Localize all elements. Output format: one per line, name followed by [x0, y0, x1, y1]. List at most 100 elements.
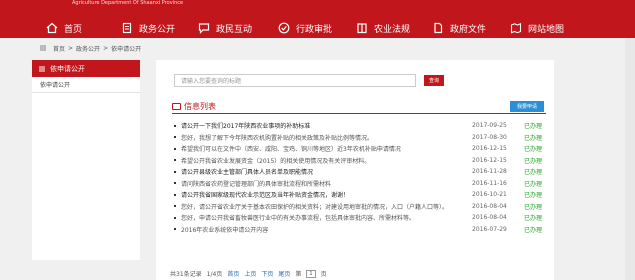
nav-label-law: 农业法规: [374, 24, 411, 35]
bullet: [174, 159, 176, 162]
item-status: 已办理: [524, 226, 543, 234]
list-item[interactable]: 请公开县级农业主管部门具体人员名单及职能情况 2016-11-28 已办理: [172, 166, 546, 178]
item-status: 已办理: [524, 157, 543, 165]
item-date: 2016-11-16: [472, 179, 507, 187]
bullet: [174, 170, 176, 173]
nav-label-sitemap: 网站地图: [528, 24, 565, 35]
list-item[interactable]: 希望公开我省农业发展资金（2015）的相关使用情况及有关评审材料。 2016-12…: [172, 155, 546, 167]
pager-last[interactable]: 尾页: [278, 269, 290, 278]
info-list: 请公开一下我们2017年陕西农业事项的补助标准 2017-09-25 已办理 您好，…: [172, 120, 546, 235]
pagination: 共31条记录 1/4页 首页 上页 下页 尾页 第 1 页: [170, 269, 327, 278]
pager-next[interactable]: 下页: [261, 269, 273, 278]
item-status: 已办理: [524, 192, 543, 200]
item-title[interactable]: 您好，请公开省农业厅关于基本农田保护的相关资料；对建设用地审批的情况，入口（户籍…: [181, 202, 472, 211]
main-panel: 请输入您要查询的标题 查询 信息列表 我要申请 请公开一下我们2017年陕西农业…: [156, 60, 554, 280]
item-date: 2016-11-28: [472, 168, 507, 176]
check-icon: [278, 22, 290, 34]
item-date: 2016-08-04: [472, 202, 507, 210]
pager-prev[interactable]: 上页: [244, 269, 256, 278]
pager-goto-label: 第: [295, 271, 302, 278]
item-title[interactable]: 希望公开我省农业发展资金（2015）的相关使用情况及有关评审材料。: [181, 156, 472, 165]
item-title[interactable]: 您好，我想了解下今年陕西农机购置补贴的相关政策及补贴比例等情况。: [181, 133, 472, 142]
pager-pages: 1/4页: [206, 271, 223, 278]
item-title[interactable]: 请公开我省国家级现代农业示范区及当年补贴资金情况，谢谢！: [181, 190, 472, 199]
item-date: 2017-08-30: [472, 133, 507, 141]
bullet: [174, 147, 176, 150]
bullet: [174, 205, 176, 208]
item-status: 已办理: [524, 123, 543, 131]
list-item[interactable]: 请问陕西省农药登记管理部门的具体审批流程和所需材料 2016-11-16 已办理: [172, 178, 546, 190]
item-status: 已办理: [524, 180, 543, 188]
file-icon: [432, 22, 444, 34]
item-date: 2016-12-15: [472, 156, 507, 164]
chat-icon: [198, 22, 210, 34]
pager-total: 共31条记录: [170, 271, 202, 278]
item-title[interactable]: 请公开一下我们2017年陕西农业事项的补助标准: [181, 121, 472, 130]
main-nav: 首页 政务公开 政民互动 行政审批 农业法规 政府文件 网站地图: [0, 20, 635, 36]
nav-item-approval[interactable]: 行政审批: [278, 20, 332, 36]
list-item[interactable]: 2016年农业系统依申请公开内容 2016-07-29 已办理: [172, 224, 546, 236]
item-status: 已办理: [524, 146, 543, 154]
list-item[interactable]: 您好，请公开省农业厅关于基本农田保护的相关资料；对建设用地审批的情况，入口（户籍…: [172, 201, 546, 213]
nav-item-law[interactable]: 农业法规: [356, 20, 410, 36]
list-item[interactable]: 您好，我想了解下今年陕西农机购置补贴的相关政策及补贴比例等情况。 2017-08-…: [172, 132, 546, 144]
page-select[interactable]: 1: [306, 269, 316, 278]
search-button[interactable]: 查询: [424, 75, 444, 86]
search-bar: 请输入您要查询的标题 查询: [174, 74, 444, 87]
org-subtitle: Agriculture Department Of Shaanxi Provin…: [72, 0, 184, 6]
list-item[interactable]: 您好，申请公开我省畜牧兽医行业中的有关办事流程，包括具体审批内容、所需材料等。 2…: [172, 212, 546, 224]
item-title[interactable]: 希望我们可以在文件中（西安、咸阳、宝鸡、铜川等地区）近3年农机补贴申请情况: [181, 144, 472, 153]
list-title-text: 信息列表: [184, 102, 216, 111]
home-icon: [46, 22, 58, 34]
pager-first[interactable]: 首页: [227, 269, 239, 278]
item-title[interactable]: 请问陕西省农药登记管理部门的具体审批流程和所需材料: [181, 179, 472, 188]
top-nav-bar: Agriculture Department Of Shaanxi Provin…: [0, 0, 635, 38]
list-item[interactable]: 请公开我省国家级现代农业示范区及当年补贴资金情况，谢谢！ 2016-10-21 已办…: [172, 189, 546, 201]
nav-item-home[interactable]: 首页: [46, 20, 82, 36]
nav-item-public[interactable]: 政务公开: [121, 20, 175, 36]
book-icon: [356, 22, 368, 34]
item-title[interactable]: 您好，申请公开我省畜牧兽医行业中的有关办事流程，包括具体审批内容、所需材料等。: [181, 213, 472, 222]
nav-label-approval: 行政审批: [296, 24, 333, 35]
list-title: 信息列表: [172, 101, 216, 112]
item-date: 2016-08-04: [472, 214, 507, 222]
bullet: [174, 228, 176, 231]
nav-label-public: 政务公开: [139, 24, 176, 35]
item-status: 已办理: [524, 169, 543, 177]
menu-icon: [39, 66, 45, 71]
search-input[interactable]: 请输入您要查询的标题: [174, 74, 416, 87]
sidebar-header: 依申请公开: [32, 60, 140, 77]
item-title[interactable]: 2016年农业系统依申请公开内容: [181, 225, 472, 234]
breadcrumb-separator: >: [68, 44, 74, 52]
bullet: [174, 136, 176, 139]
nav-label-docs: 政府文件: [450, 24, 487, 35]
list-item[interactable]: 请公开一下我们2017年陕西农业事项的补助标准 2017-09-25 已办理: [172, 120, 546, 132]
document-icon: [121, 22, 133, 34]
map-icon: [510, 22, 522, 34]
breadcrumb-section[interactable]: 政务公开: [76, 44, 100, 53]
breadcrumb-separator: >: [103, 44, 109, 52]
apply-button[interactable]: 我要申请: [510, 101, 544, 112]
nav-item-docs[interactable]: 政府文件: [432, 20, 486, 36]
pager-page-suffix: 页: [320, 271, 327, 278]
sidebar-title: 依申请公开: [50, 64, 85, 73]
nav-label-interaction: 政民互动: [216, 24, 253, 35]
item-status: 已办理: [524, 215, 543, 223]
item-date: 2016-12-15: [472, 145, 507, 153]
breadcrumb-home[interactable]: 首页: [53, 44, 65, 53]
breadcrumb: 首页 > 政务公开 > 依申请公开: [40, 43, 141, 53]
sidebar: 依申请公开 依申请公开: [32, 60, 140, 260]
nav-item-interaction[interactable]: 政民互动: [198, 20, 252, 36]
scrollbar[interactable]: [625, 38, 635, 280]
sidebar-item-apply-public[interactable]: 依申请公开: [32, 77, 140, 93]
list-item[interactable]: 希望我们可以在文件中（西安、咸阳、宝鸡、铜川等地区）近3年农机补贴申请情况 201…: [172, 143, 546, 155]
item-status: 已办理: [524, 134, 543, 142]
list-icon: [172, 103, 181, 110]
nav-label-home: 首页: [64, 24, 83, 35]
bullet: [174, 182, 176, 185]
nav-item-sitemap[interactable]: 网站地图: [510, 20, 564, 36]
item-date: 2017-09-25: [472, 122, 507, 130]
item-status: 已办理: [524, 203, 543, 211]
item-title[interactable]: 请公开县级农业主管部门具体人员名单及职能情况: [181, 167, 472, 176]
bullet: [174, 193, 176, 196]
